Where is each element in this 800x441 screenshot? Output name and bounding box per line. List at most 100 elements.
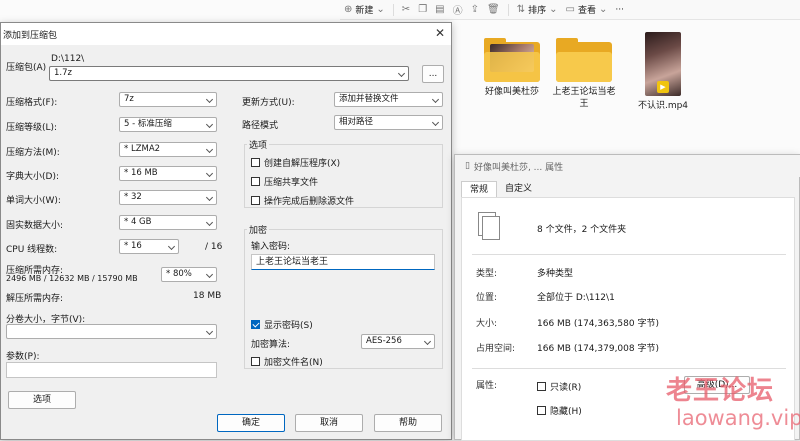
checkbox-box	[251, 357, 260, 366]
update-combo[interactable]: 添加并替换文件	[334, 92, 443, 107]
video-thumbnail: ▶	[645, 32, 681, 96]
size-key: 大小:	[476, 319, 498, 329]
dialog-titlebar: 添加到压缩包 ✕	[1, 23, 451, 45]
mem-detail: 2496 MB / 12632 MB / 15790 MB	[6, 274, 138, 283]
password-input[interactable]: 上老王论坛当老王	[251, 254, 435, 270]
sort-button[interactable]: ⇅ 排序 ⌄	[513, 0, 562, 20]
password-label: 输入密码:	[251, 242, 291, 252]
pathmode-combo[interactable]: 相对路径	[334, 115, 443, 130]
checkbox-box	[251, 320, 260, 329]
chevron-down-icon: ⌄	[598, 4, 608, 15]
sfx-checkbox[interactable]: 创建自解压程序(X)	[251, 156, 340, 169]
view-icon: ▭	[565, 4, 575, 15]
mem-combo[interactable]: * 80%	[161, 267, 217, 282]
share-icon[interactable]: ⇪	[467, 0, 483, 20]
dict-combo[interactable]: * 16 MB	[119, 166, 217, 181]
dialog-title: 添加到压缩包	[3, 30, 58, 41]
options-group-title: 选项	[247, 138, 270, 151]
format-label: 压缩格式(F):	[6, 98, 58, 108]
size-value: 166 MB (174,363,580 字节)	[537, 319, 659, 329]
file-item[interactable]: ▶ 不认识.mp4	[618, 32, 708, 112]
browse-button[interactable]: ...	[422, 65, 444, 83]
tab-general[interactable]: 常规	[461, 181, 498, 197]
new-button[interactable]: ⊕ 新建 ⌄	[340, 0, 389, 20]
decomp-value: 18 MB	[193, 291, 222, 301]
close-icon[interactable]: ✕	[435, 26, 445, 40]
dict-label: 字典大小(D):	[6, 172, 59, 182]
play-icon: ▶	[657, 81, 669, 93]
explorer-toolbar: ⊕ 新建 ⌄ ✂ ❐ ▤ Ⓐ ⇪ 🗑 ⇅ 排序 ⌄ ▭ 查看 ⌄ ···	[340, 0, 800, 20]
cpu-combo[interactable]: * 16	[119, 239, 179, 254]
location-value: 全部位于 D:\112\1	[537, 293, 615, 303]
params-input[interactable]	[6, 362, 217, 378]
options-button[interactable]: 选项	[8, 391, 76, 409]
toolbar-divider	[507, 3, 509, 16]
chevron-down-icon: ⌄	[376, 4, 385, 15]
disk-value: 166 MB (174,379,008 字节)	[537, 344, 659, 354]
type-value: 多种类型	[537, 269, 574, 279]
shared-checkbox[interactable]: 压缩共享文件	[251, 175, 318, 188]
method-label: 压缩方法(M):	[6, 148, 60, 158]
divider	[472, 368, 786, 369]
toolbar-divider	[392, 3, 394, 16]
checkbox-box	[251, 196, 260, 205]
checkbox-box	[251, 158, 260, 167]
method-combo[interactable]: * LZMA2	[119, 142, 217, 157]
properties-titlebar: ▯ 好像叫美杜莎, ... 属性	[455, 155, 800, 177]
type-key: 类型:	[476, 269, 498, 279]
folder-icon	[556, 38, 612, 82]
summary-text: 8 个文件，2 个文件夹	[537, 225, 627, 235]
split-combo[interactable]	[6, 324, 217, 339]
encryption-group-title: 加密	[247, 223, 270, 236]
archive-name-combo[interactable]: 1.7z	[49, 66, 409, 81]
cut-icon[interactable]: ✂	[398, 0, 414, 20]
paste-icon[interactable]: ▤	[431, 0, 448, 20]
decomp-label: 解压所需内存:	[6, 294, 64, 304]
update-label: 更新方式(U):	[242, 98, 295, 108]
folder-icon	[484, 38, 540, 82]
file-item[interactable]: 上老王论坛当老王	[539, 38, 629, 110]
enc-method-label: 加密算法:	[251, 340, 291, 350]
sort-icon: ⇅	[516, 4, 526, 15]
file-name: 上老王论坛当老王	[552, 87, 616, 109]
checkbox-box	[537, 406, 546, 415]
solid-combo[interactable]: * 4 GB	[119, 215, 217, 230]
help-button[interactable]: 帮助	[374, 414, 442, 432]
format-combo[interactable]: 7z	[119, 92, 217, 107]
encrypt-names-checkbox[interactable]: 加密文件名(N)	[251, 355, 323, 368]
more-button[interactable]: ···	[611, 0, 628, 20]
readonly-checkbox[interactable]: 只读(R)	[537, 380, 581, 393]
show-password-checkbox[interactable]: 显示密码(S)	[251, 318, 313, 331]
divider	[472, 254, 786, 255]
level-label: 压缩等级(L):	[6, 123, 58, 133]
level-combo[interactable]: 5 - 标准压缩	[119, 117, 217, 132]
params-label: 参数(P):	[6, 352, 40, 362]
attributes-key: 属性:	[476, 381, 498, 391]
properties-tabs: 常规 自定义	[461, 181, 540, 197]
properties-title: 好像叫美杜莎, ... 属性	[473, 162, 564, 173]
delete-source-checkbox[interactable]: 操作完成后删除源文件	[251, 194, 354, 207]
copy-icon[interactable]: ❐	[414, 0, 431, 20]
multi-file-icon-back	[482, 216, 500, 240]
disk-key: 占用空间:	[476, 344, 516, 354]
file-name: 不认识.mp4	[637, 101, 689, 111]
rename-icon[interactable]: Ⓐ	[449, 0, 467, 20]
archive-path: D:\112\	[51, 54, 85, 64]
checkbox-box	[537, 382, 546, 391]
watermark-url: laowang.vip	[676, 406, 800, 430]
view-button[interactable]: ▭ 查看 ⌄	[562, 0, 612, 20]
pathmode-label: 路径模式	[242, 121, 279, 131]
hidden-checkbox[interactable]: 隐藏(H)	[537, 404, 582, 417]
solid-label: 固实数据大小:	[6, 221, 64, 231]
enc-method-combo[interactable]: AES-256	[361, 334, 435, 349]
add-to-archive-dialog: 添加到压缩包 ✕ 压缩包(A) D:\112\ 1.7z ... 压缩格式(F)…	[0, 22, 452, 440]
word-label: 单词大小(W):	[6, 196, 61, 206]
tab-custom[interactable]: 自定义	[497, 181, 540, 197]
plus-icon: ⊕	[344, 4, 353, 15]
checkbox-box	[251, 177, 260, 186]
cpu-label: CPU 线程数:	[6, 245, 58, 255]
cancel-button[interactable]: 取消	[295, 414, 363, 432]
ok-button[interactable]: 确定	[217, 414, 285, 432]
delete-icon[interactable]: 🗑	[483, 0, 504, 20]
word-combo[interactable]: * 32	[119, 190, 217, 205]
